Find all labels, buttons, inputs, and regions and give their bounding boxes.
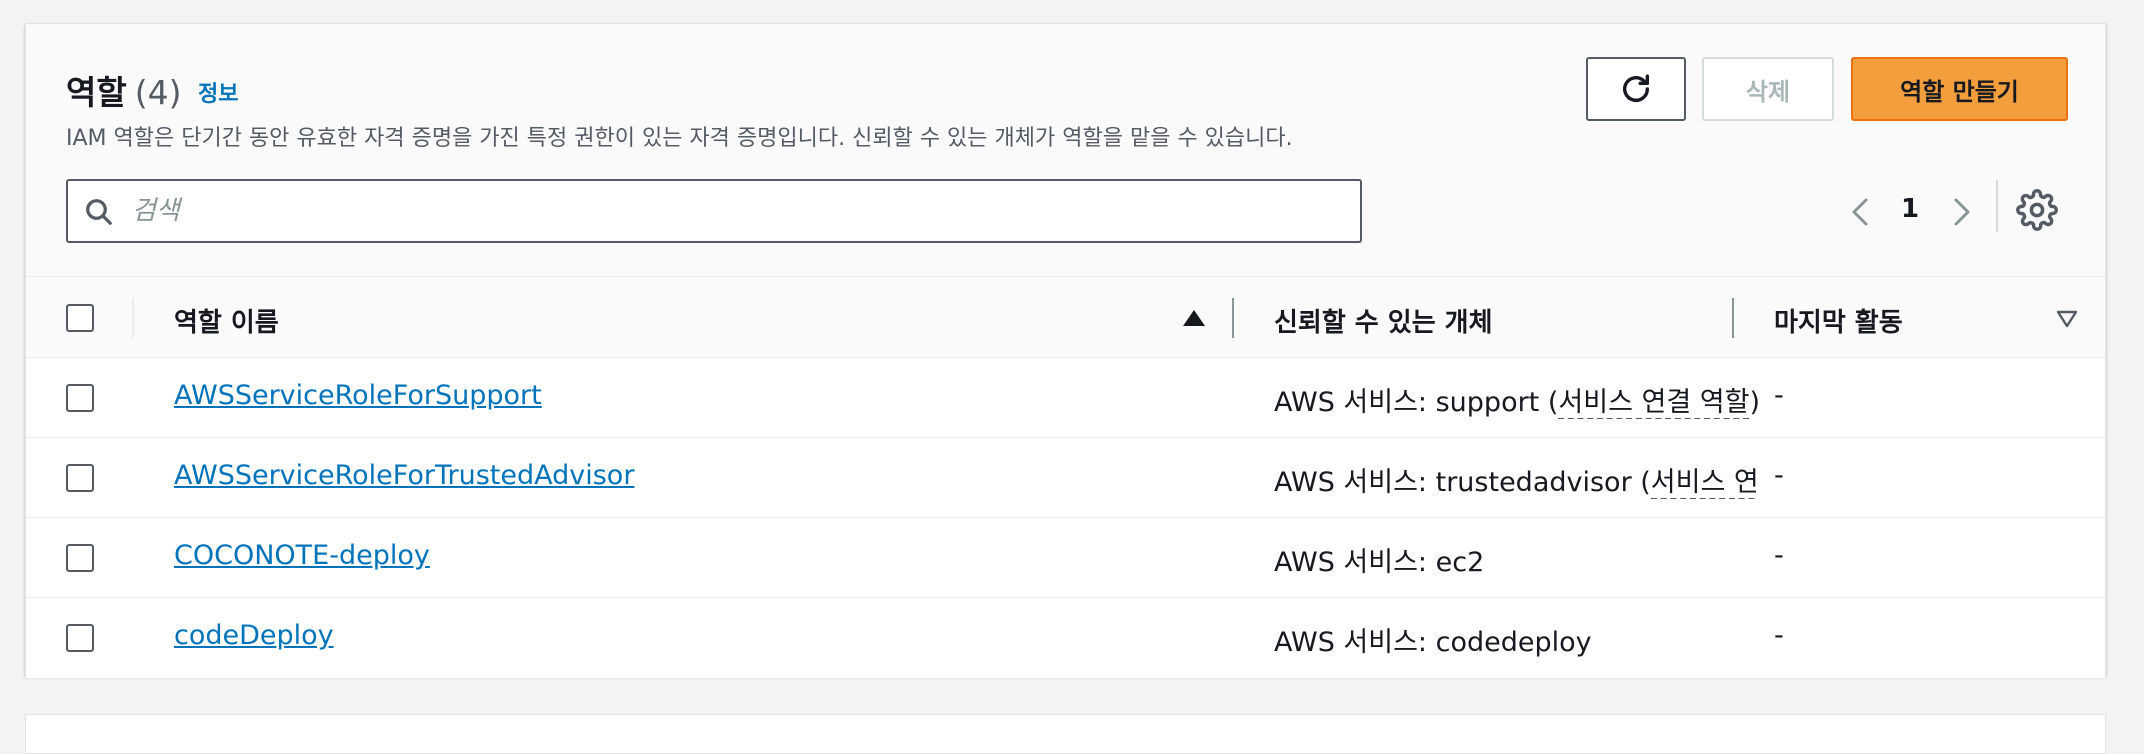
trusted-entity-paren-open: ( <box>1640 467 1651 498</box>
column-header-role-name[interactable]: 역할 이름 <box>174 302 279 339</box>
refresh-icon <box>1622 74 1650 102</box>
search-field[interactable] <box>66 179 1362 243</box>
trusted-entity-service: AWS 서비스: codedeploy <box>1274 627 1592 658</box>
table-row: COCONOTE-deploy AWS 서비스: ec2 - <box>26 518 2105 598</box>
table-row: AWSServiceRoleForTrustedAdvisor AWS 서비스:… <box>26 438 2105 518</box>
table-row: AWSServiceRoleForSupport AWS 서비스: suppor… <box>26 358 2105 438</box>
column-header-last-activity[interactable]: 마지막 활동 <box>1774 302 1903 339</box>
column-header-trusted-entity[interactable]: 신뢰할 수 있는 개체 <box>1274 302 1493 339</box>
role-name-link[interactable]: AWSServiceRoleForSupport <box>174 380 542 411</box>
column-separator <box>132 298 134 338</box>
chevron-right-icon[interactable] <box>1946 192 1976 232</box>
chevron-left-icon[interactable] <box>1846 192 1876 232</box>
info-link[interactable]: 정보 <box>198 76 238 108</box>
search-input[interactable] <box>130 189 1330 233</box>
next-panel <box>25 714 2106 754</box>
sort-ascending-icon[interactable] <box>1182 308 1206 328</box>
page-description: IAM 역할은 단기간 동안 유효한 자격 증명을 가진 특정 권한이 있는 자… <box>66 126 1293 151</box>
trusted-entity-paren-open: ( <box>1547 387 1559 418</box>
trusted-entity-service: AWS 서비스: trustedadvisor <box>1274 467 1641 498</box>
row-checkbox[interactable] <box>66 464 94 492</box>
last-activity: - <box>1774 620 1784 651</box>
table-header: 역할 이름 신뢰할 수 있는 개체 마지막 활동 <box>26 278 2105 358</box>
roles-panel: 역할 (4) 정보 IAM 역할은 단기간 동안 유효한 자격 증명을 가진 특정… <box>25 23 2106 678</box>
delete-button[interactable]: 삭제 <box>1702 57 1834 121</box>
role-name-link[interactable]: COCONOTE-deploy <box>174 540 430 571</box>
service-linked-role-tag[interactable]: 서비스 연결 역할 <box>1650 467 1758 499</box>
trusted-entity: AWS 서비스: support (서비스 연결 역할) <box>1274 380 1758 419</box>
page-number[interactable]: 1 <box>1892 194 1928 224</box>
last-activity: - <box>1774 380 1784 411</box>
trusted-entity-service: AWS 서비스: ec2 <box>1274 547 1485 578</box>
role-count: (4) <box>134 73 182 112</box>
select-all-checkbox[interactable] <box>66 304 94 332</box>
trusted-entity-paren-close: ) <box>1749 387 1758 418</box>
create-role-button[interactable]: 역할 만들기 <box>1851 57 2068 121</box>
gear-icon[interactable] <box>2016 189 2058 231</box>
trusted-entity: AWS 서비스: codedeploy <box>1274 620 1758 659</box>
column-resizer[interactable] <box>1732 298 1734 338</box>
refresh-button[interactable] <box>1586 57 1686 121</box>
service-linked-role-tag[interactable]: 서비스 연결 역할 <box>1558 387 1750 419</box>
row-checkbox[interactable] <box>66 544 94 572</box>
page-title: 역할 (4) <box>66 66 181 114</box>
trusted-entity: AWS 서비스: ec2 <box>1274 540 1758 579</box>
table-row: codeDeploy AWS 서비스: codedeploy - <box>26 598 2105 678</box>
row-checkbox[interactable] <box>66 624 94 652</box>
row-checkbox[interactable] <box>66 384 94 412</box>
column-resizer[interactable] <box>1232 298 1234 338</box>
panel-header: 역할 (4) 정보 IAM 역할은 단기간 동안 유효한 자격 증명을 가진 특정… <box>26 24 2105 277</box>
trusted-entity: AWS 서비스: trustedadvisor (서비스 연결 역할) <box>1274 460 1758 499</box>
pager-divider <box>1996 180 1998 232</box>
search-icon <box>86 199 112 225</box>
last-activity: - <box>1774 540 1784 571</box>
title-text: 역할 <box>66 73 127 112</box>
role-name-link[interactable]: AWSServiceRoleForTrustedAdvisor <box>174 460 634 491</box>
role-name-link[interactable]: codeDeploy <box>174 620 334 651</box>
sort-descending-icon[interactable] <box>2056 310 2078 328</box>
trusted-entity-service: AWS 서비스: support <box>1274 387 1548 418</box>
last-activity: - <box>1774 460 1784 491</box>
